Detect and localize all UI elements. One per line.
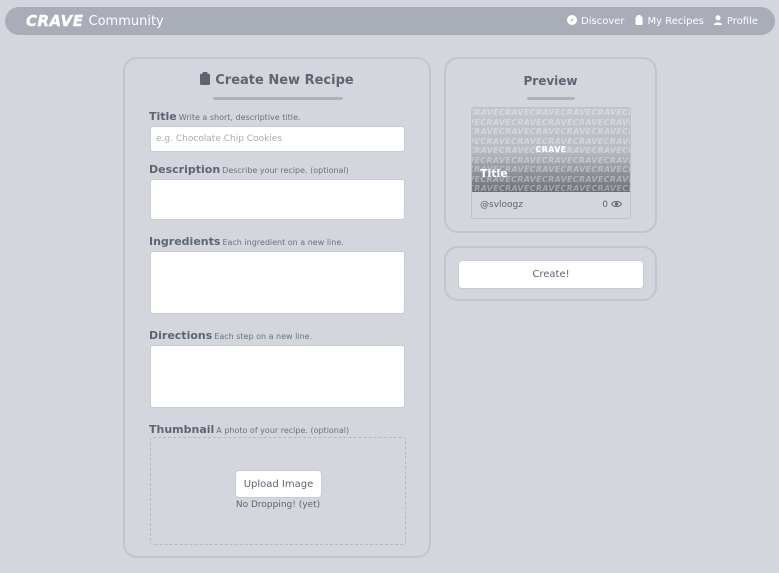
- clipboard-icon: [634, 14, 644, 28]
- nav-link-label: Profile: [726, 15, 758, 27]
- description-label-text: Description: [149, 163, 221, 176]
- ingredients-hint: Each ingredient on a new line.: [222, 238, 344, 247]
- ingredients-textarea[interactable]: [150, 251, 405, 314]
- thumbnail-pattern-row: VECRAVECRAVECRAVECRAVECRAVECRAVECRAVE: [472, 117, 630, 127]
- recipe-preview-card[interactable]: CRAVECRAVECRAVECRAVECRAVECRAVECRAVECRAVE…: [471, 107, 631, 219]
- thumbnail-pattern-row: CRAVECRAVECRAVECRAVECRAVECRAVECRAVECRAVE: [472, 127, 630, 136]
- thumbnail-label-text: Thumbnail: [149, 423, 215, 436]
- form-heading-text: Create New Recipe: [215, 73, 354, 88]
- form-heading: Create New Recipe: [125, 72, 429, 89]
- directions-textarea[interactable]: [150, 345, 405, 408]
- card-author: @svloogz: [480, 200, 523, 210]
- description-label: Description Describe your recipe. (option…: [149, 163, 349, 176]
- card-views: 0: [602, 200, 622, 211]
- view-count: 0: [602, 200, 608, 210]
- preview-panel: Preview CRAVECRAVECRAVECRAVECRAVECRAVECR…: [444, 57, 657, 233]
- title-hint: Write a short, descriptive title.: [178, 113, 301, 122]
- ingredients-label: Ingredients Each ingredient on a new line…: [149, 235, 344, 248]
- eye-icon: [611, 200, 622, 211]
- directions-label: Directions Each step on a new line.: [149, 329, 312, 342]
- description-hint: Describe your recipe. (optional): [222, 166, 349, 175]
- create-action-panel: Create!: [444, 246, 657, 301]
- description-textarea[interactable]: [150, 179, 405, 220]
- title-input[interactable]: [150, 126, 405, 152]
- directions-label-text: Directions: [149, 329, 213, 342]
- thumbnail-dropzone[interactable]: Upload Image No Dropping! (yet): [150, 437, 406, 545]
- preview-heading-divider: [527, 97, 575, 100]
- thumbnail-logo: CRAVE: [535, 145, 567, 154]
- brand[interactable]: CRAVE Community: [26, 12, 164, 30]
- preview-heading: Preview: [523, 74, 578, 88]
- create-button[interactable]: Create!: [458, 260, 644, 289]
- top-navbar: CRAVE Community Discover My Recipes Prof…: [5, 7, 775, 35]
- title-label-text: Title: [149, 110, 177, 123]
- directions-hint: Each step on a new line.: [214, 332, 313, 341]
- nav-link-label: My Recipes: [647, 15, 704, 27]
- nav-link-label: Discover: [581, 15, 625, 27]
- brand-text[interactable]: Community: [89, 14, 164, 29]
- compass-icon: [567, 14, 578, 28]
- thumbnail-hint: A photo of your recipe. (optional): [216, 426, 350, 435]
- ingredients-label-text: Ingredients: [149, 235, 221, 248]
- nav-link-discover[interactable]: Discover: [567, 14, 625, 28]
- nav-links: Discover My Recipes Profile: [567, 14, 758, 28]
- card-title: Title: [480, 167, 508, 180]
- brand-logo[interactable]: CRAVE: [26, 12, 84, 30]
- heading-divider: [213, 97, 343, 100]
- clipboard-icon: [200, 72, 211, 89]
- create-recipe-form: Create New Recipe Title Write a short, de…: [123, 57, 431, 558]
- card-footer: @svloogz 0: [472, 192, 630, 218]
- nav-link-my-recipes[interactable]: My Recipes: [634, 14, 704, 28]
- thumbnail-label: Thumbnail A photo of your recipe. (option…: [149, 423, 349, 436]
- title-label: Title Write a short, descriptive title.: [149, 110, 300, 123]
- card-thumbnail: CRAVECRAVECRAVECRAVECRAVECRAVECRAVECRAVE…: [472, 108, 630, 192]
- user-icon: [713, 14, 723, 28]
- thumbnail-pattern-row: CRAVECRAVECRAVECRAVECRAVECRAVECRAVECRAVE: [472, 108, 630, 117]
- thumbnail-pattern-row: VECRAVECRAVECRAVECRAVECRAVECRAVECRAVE: [472, 155, 630, 165]
- thumbnail-pattern-row: CRAVECRAVECRAVECRAVECRAVECRAVECRAVECRAVE: [472, 184, 630, 192]
- upload-image-button[interactable]: Upload Image: [235, 470, 322, 498]
- nav-link-profile[interactable]: Profile: [713, 14, 758, 28]
- drop-note: No Dropping! (yet): [235, 500, 321, 510]
